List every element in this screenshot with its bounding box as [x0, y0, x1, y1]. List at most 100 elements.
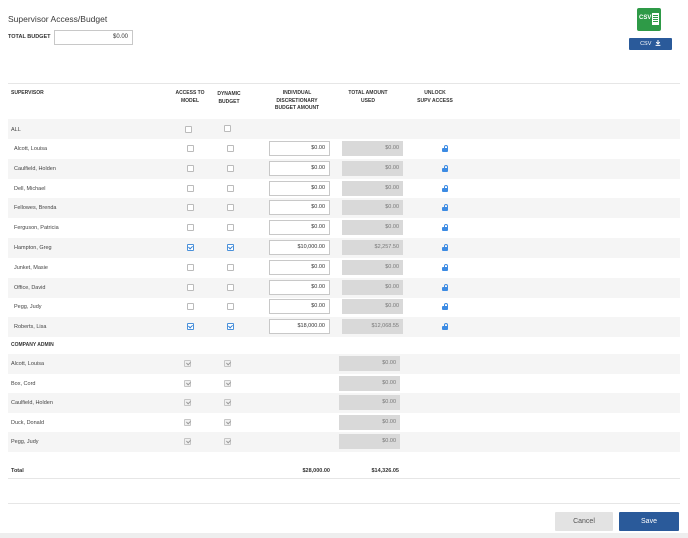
download-icon — [655, 40, 661, 46]
supervisor-name: Alcott, Louisa — [14, 146, 48, 152]
amount-used-field: $0.00 — [342, 299, 403, 315]
access-checkbox[interactable] — [187, 204, 194, 212]
admin-row: Pegg, Judy $0.00 — [8, 432, 680, 453]
total-divider — [8, 478, 680, 479]
admin-access-checkbox — [184, 438, 191, 446]
budget-amount-input[interactable]: $0.00 — [269, 220, 330, 236]
dynamic-budget-checkbox[interactable] — [227, 184, 234, 192]
admin-row: Alcott, Louisa $0.00 — [8, 354, 680, 374]
amount-used-field: $0.00 — [342, 279, 403, 295]
unlock-icon[interactable] — [442, 145, 448, 152]
admin-name: Pegg, Judy — [11, 439, 39, 446]
admin-row: Caulfield, Holden $0.00 — [8, 393, 680, 414]
dynamic-budget-checkbox[interactable] — [227, 244, 234, 251]
access-checkbox[interactable] — [187, 283, 194, 291]
admin-name: Box, Cord — [11, 380, 36, 387]
all-access-checkbox[interactable] — [185, 126, 192, 133]
dynamic-budget-checkbox[interactable] — [227, 204, 234, 212]
dynamic-budget-checkbox[interactable] — [227, 145, 234, 152]
total-used-sum: $14,326.05 — [371, 468, 399, 474]
budget-amount-input[interactable]: $0.00 — [269, 141, 330, 156]
admin-name: Alcott, Louisa — [11, 361, 45, 367]
csv-file-icon[interactable]: CSV — [637, 8, 661, 31]
supervisor-row: Roberts, Lisa $18,000.00 $12,068.55 — [8, 317, 680, 338]
unlock-icon[interactable] — [442, 184, 448, 192]
col-header-dynamic-budget: DYNAMIC BUDGET — [206, 91, 252, 106]
budget-amount-input[interactable]: $10,000.00 — [269, 240, 330, 255]
access-checkbox[interactable] — [187, 145, 194, 152]
amount-used-field: $0.00 — [342, 180, 403, 196]
csv-icon-text: CSV — [639, 15, 652, 21]
budget-amount-input[interactable]: $0.00 — [269, 259, 330, 275]
total-budget-label: TOTAL BUDGET — [8, 34, 51, 40]
unlock-icon[interactable] — [442, 283, 448, 291]
admin-amount-used: $0.00 — [339, 434, 400, 450]
admin-amount-used: $0.00 — [339, 395, 400, 411]
total-budget-input[interactable]: $0.00 — [54, 30, 133, 45]
dynamic-budget-checkbox[interactable] — [227, 303, 234, 311]
dynamic-budget-checkbox[interactable] — [227, 323, 234, 331]
supervisor-row: Dell, Michael $0.00 $0.00 — [8, 179, 680, 199]
admin-dynamic-checkbox — [224, 379, 231, 387]
supervisor-row: Caulfield, Holden $0.00 $0.00 — [8, 158, 680, 179]
access-checkbox[interactable] — [187, 164, 194, 172]
admin-amount-used: $0.00 — [339, 414, 400, 430]
budget-amount-input[interactable]: $0.00 — [269, 180, 330, 196]
supervisor-name: Roberts, Lisa — [14, 324, 47, 331]
unlock-icon[interactable] — [442, 244, 448, 251]
access-checkbox[interactable] — [187, 263, 194, 271]
col-header-line: USED — [361, 97, 375, 104]
supervisor-name: Pegg, Judy — [14, 304, 42, 311]
dynamic-budget-checkbox[interactable] — [227, 164, 234, 172]
footer-divider — [8, 503, 680, 504]
admin-amount-used: $0.00 — [339, 375, 400, 391]
cancel-button[interactable]: Cancel — [555, 512, 613, 531]
budget-amount-input[interactable]: $0.00 — [269, 200, 330, 216]
supervisor-name: Caulfield, Holden — [14, 165, 56, 172]
access-checkbox[interactable] — [187, 303, 194, 311]
amount-used-field: $2,257.50 — [342, 240, 403, 255]
budget-amount-input[interactable]: $0.00 — [269, 279, 330, 295]
dynamic-budget-checkbox[interactable] — [227, 224, 234, 232]
budget-amount-input[interactable]: $18,000.00 — [269, 319, 330, 335]
total-label: Total — [11, 468, 24, 474]
supervisor-name: Junket, Masie — [14, 264, 48, 271]
admin-access-checkbox — [184, 360, 191, 367]
dynamic-budget-checkbox[interactable] — [227, 283, 234, 291]
supervisor-row: Fellowes, Brenda $0.00 $0.00 — [8, 198, 680, 219]
access-checkbox[interactable] — [187, 224, 194, 232]
admin-row: Box, Cord $0.00 — [8, 374, 680, 394]
col-header-line: BUDGET AMOUNT — [274, 105, 320, 111]
col-header-line: DISCRETIONARY — [276, 97, 318, 104]
budget-amount-input[interactable]: $0.00 — [269, 299, 330, 315]
admin-dynamic-checkbox — [224, 438, 231, 446]
unlock-icon[interactable] — [442, 263, 448, 271]
all-dynamic-checkbox[interactable] — [224, 125, 231, 132]
amount-used-field: $0.00 — [342, 220, 403, 236]
access-checkbox[interactable] — [187, 323, 194, 331]
supervisor-name: Hampton, Greg — [14, 245, 52, 251]
dynamic-budget-checkbox[interactable] — [227, 263, 234, 271]
unlock-icon[interactable] — [442, 204, 448, 212]
total-budget-sum: $28,000.00 — [302, 468, 330, 474]
access-checkbox[interactable] — [187, 184, 194, 192]
company-admin-label: COMPANY ADMIN — [11, 342, 54, 348]
supervisor-name: Office, David — [14, 284, 46, 291]
admin-amount-used: $0.00 — [339, 356, 400, 371]
supervisor-row: Office, David $0.00 $0.00 — [8, 277, 680, 298]
col-header-supervisor: SUPERVISOR — [11, 90, 44, 96]
supervisor-row: Pegg, Judy $0.00 $0.00 — [8, 297, 680, 317]
admin-access-checkbox — [184, 418, 191, 426]
col-header-line: INDIVIDUAL — [282, 90, 312, 96]
unlock-icon[interactable] — [442, 303, 448, 311]
unlock-icon[interactable] — [442, 224, 448, 232]
access-checkbox[interactable] — [187, 244, 194, 251]
csv-export-button[interactable]: CSV — [629, 38, 672, 50]
col-header-line: UNLOCK — [424, 90, 446, 96]
budget-amount-input[interactable]: $0.00 — [269, 160, 330, 176]
unlock-icon[interactable] — [442, 164, 448, 172]
save-button[interactable]: Save — [619, 512, 679, 531]
unlock-icon[interactable] — [442, 323, 448, 331]
amount-used-field: $0.00 — [342, 160, 403, 176]
supervisor-row: Alcott, Louisa $0.00 $0.00 — [8, 139, 680, 159]
